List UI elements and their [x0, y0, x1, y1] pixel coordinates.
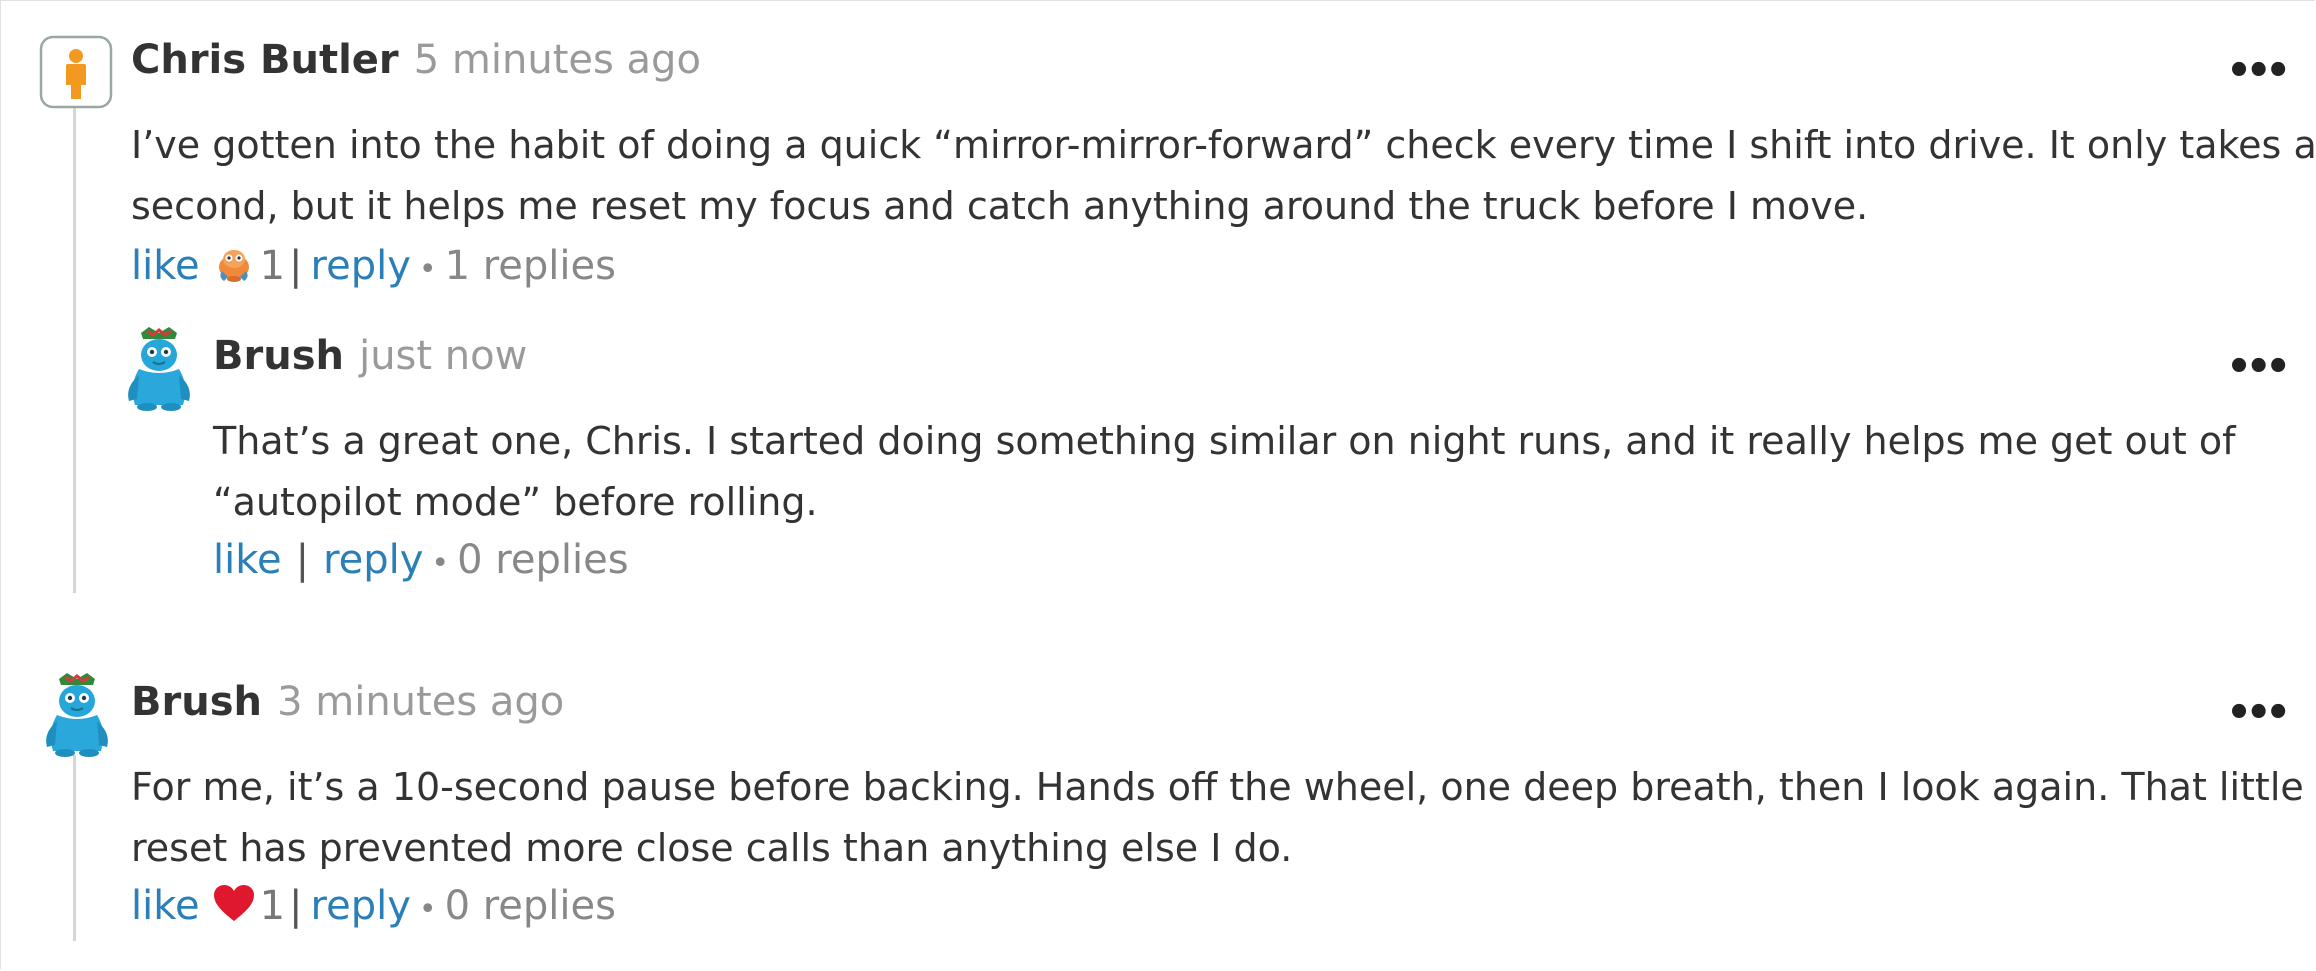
orange-creature-reaction-icon: [212, 241, 256, 295]
comment-body-line: I’ve gotten into the habit of doing a qu…: [131, 123, 2316, 167]
author-name[interactable]: Brush: [213, 333, 344, 379]
comment-chris-butler: Chris Butler 5 minutes ago ••• I’ve gott…: [1, 1, 2316, 601]
comment-header: Chris Butler 5 minutes ago: [131, 37, 701, 83]
action-separator: |: [295, 537, 310, 583]
timestamp: 3 minutes ago: [277, 679, 565, 725]
comment-actions: like 1 | reply • 0 replies: [131, 883, 616, 933]
blue-monster-avatar-icon[interactable]: [37, 671, 117, 761]
reply-brush: Brush just now ••• That’s a great one, C…: [1, 317, 2315, 597]
action-separator: |: [289, 883, 303, 929]
comment-actions: like | reply • 0 replies: [213, 537, 629, 583]
comment-body-line: For me, it’s a 10-second pause before ba…: [131, 765, 2304, 809]
blue-monster-avatar-icon[interactable]: [119, 325, 199, 415]
replies-count[interactable]: 1 replies: [445, 243, 616, 289]
reply-button[interactable]: reply: [311, 883, 411, 929]
author-name[interactable]: Brush: [131, 679, 262, 725]
timestamp: just now: [359, 333, 528, 379]
like-button[interactable]: like: [131, 883, 200, 929]
like-count: 1: [259, 883, 286, 929]
heart-reaction-icon: [212, 883, 256, 933]
comment-body: I’ve gotten into the habit of doing a qu…: [131, 115, 2316, 237]
timestamp: 5 minutes ago: [413, 37, 701, 83]
action-separator: |: [289, 243, 303, 289]
more-options-icon[interactable]: •••: [2226, 51, 2291, 91]
like-button[interactable]: like: [213, 537, 282, 583]
thread-line: [73, 755, 76, 941]
comment-feed: Chris Butler 5 minutes ago ••• I’ve gott…: [0, 0, 2316, 971]
reply-button[interactable]: reply: [323, 537, 423, 583]
reply-button[interactable]: reply: [311, 243, 411, 289]
more-options-icon[interactable]: •••: [2226, 693, 2291, 733]
comment-actions: like 1 | reply • 1 replies: [131, 241, 616, 295]
replies-count[interactable]: 0 replies: [457, 537, 628, 583]
comment-header: Brush just now: [213, 333, 527, 379]
author-name[interactable]: Chris Butler: [131, 37, 399, 83]
comment-body-line: That’s a great one, Chris. I started doi…: [213, 419, 2236, 463]
like-count: 1: [259, 243, 286, 289]
replies-count[interactable]: 0 replies: [445, 883, 616, 929]
dot-separator: •: [431, 546, 450, 581]
dot-separator: •: [418, 252, 437, 287]
comment-body: That’s a great one, Chris. I started doi…: [213, 411, 2235, 533]
person-silhouette-avatar-icon[interactable]: [39, 35, 113, 113]
comment-body: For me, it’s a 10-second pause before ba…: [131, 757, 2304, 879]
comment-body-line: reset has prevented more close calls tha…: [131, 826, 1293, 870]
like-button[interactable]: like: [131, 243, 200, 289]
more-options-icon[interactable]: •••: [2226, 347, 2291, 387]
dot-separator: •: [418, 892, 437, 927]
comment-body-line: second, but it helps me reset my focus a…: [131, 184, 1869, 228]
comment-body-line: “autopilot mode” before rolling.: [213, 480, 818, 524]
comment-header: Brush 3 minutes ago: [131, 679, 564, 725]
comment-brush: Brush 3 minutes ago ••• For me, it’s a 1…: [1, 665, 2315, 971]
